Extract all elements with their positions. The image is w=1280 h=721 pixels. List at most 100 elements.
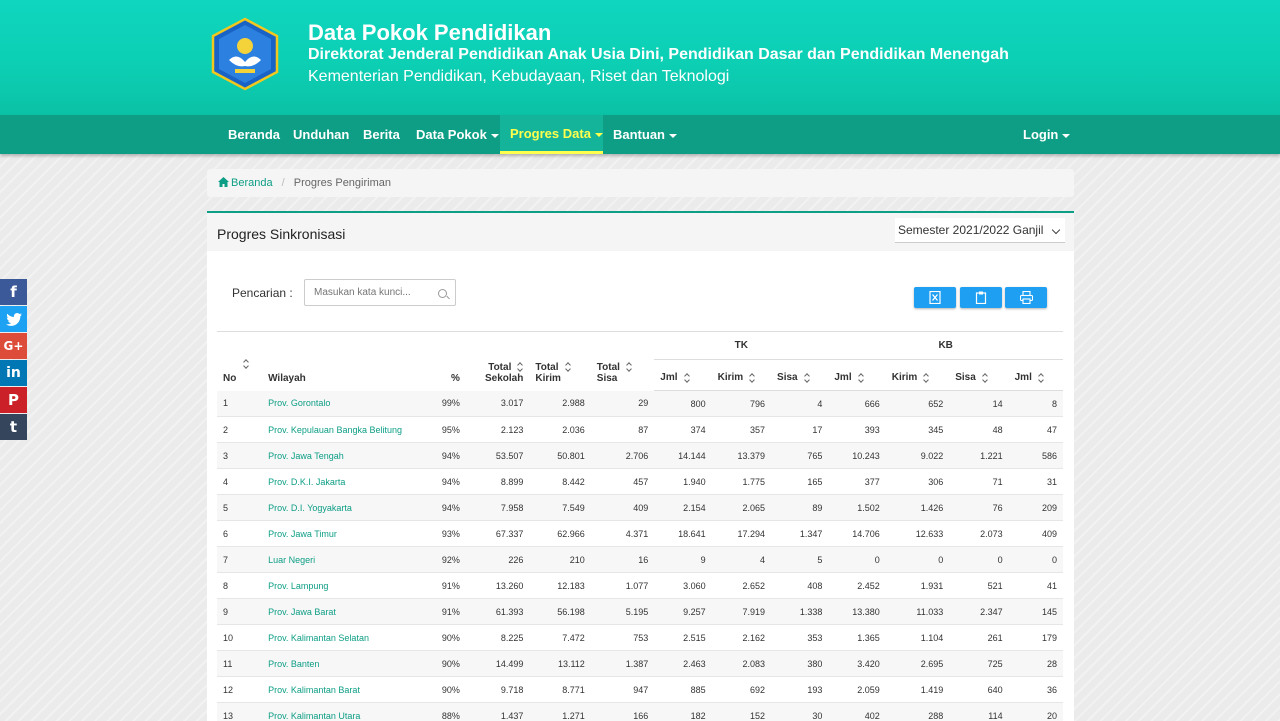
home-icon	[218, 177, 229, 187]
cell-total-kirim: 2.036	[529, 416, 591, 443]
site-header: Data Pokok Pendidikan Direktorat Jendera…	[0, 0, 1280, 115]
cell-wilayah[interactable]: Prov. Kalimantan Utara	[262, 702, 417, 721]
tut-wuri-handayani-logo[interactable]	[207, 16, 283, 92]
cell-total-sisa: 753	[590, 624, 655, 651]
col-percent[interactable]: %	[416, 331, 466, 391]
cell-kb-sisa: 2.073	[949, 520, 1009, 547]
caret-down-icon	[594, 132, 603, 137]
panel-title: Progres Sinkronisasi	[217, 226, 346, 242]
progress-panel: Progres Sinkronisasi Semester 2021/2022 …	[207, 211, 1074, 721]
print-button[interactable]	[1005, 287, 1047, 308]
cell-kb-kirim: 1.419	[885, 676, 950, 703]
cell-kb-jml2: 0	[1008, 546, 1063, 573]
cell-wilayah[interactable]: Prov. Jawa Timur	[262, 520, 417, 547]
cell-tk-jml: 2.463	[654, 650, 712, 677]
nav-bantuan[interactable]: Bantuan	[603, 115, 687, 154]
cell-tk-sisa: 765	[771, 442, 829, 469]
cell-wilayah[interactable]: Prov. Kalimantan Barat	[262, 676, 417, 703]
cell-wilayah[interactable]: Prov. Jawa Tengah	[262, 442, 417, 469]
cell-wilayah[interactable]: Prov. D.K.I. Jakarta	[262, 468, 417, 495]
progress-table-body: 1 Prov. Gorontalo 99% 3.017 2.988 29 800 796 4 66…	[217, 390, 1063, 721]
col-tk-kirim[interactable]: Kirim	[711, 359, 772, 391]
col-kb-sisa[interactable]: Sisa	[949, 359, 1009, 391]
pinterest-icon[interactable]: P	[0, 387, 27, 413]
cell-total-kirim: 7.549	[529, 494, 591, 521]
search-input[interactable]	[304, 279, 456, 306]
cell-total-kirim: 56.198	[529, 598, 591, 625]
cell-wilayah[interactable]: Prov. Banten	[262, 650, 417, 677]
export-excel-button[interactable]	[914, 287, 956, 308]
nav-login[interactable]: Login	[1013, 115, 1080, 154]
sort-icon	[626, 362, 632, 371]
cell-wilayah[interactable]: Prov. Lampung	[262, 572, 417, 599]
caret-down-icon	[490, 133, 499, 138]
cell-percent: 92%	[416, 546, 466, 573]
facebook-icon[interactable]: f	[0, 279, 27, 305]
nav-data-pokok-label: Data Pokok	[416, 127, 487, 142]
cell-percent: 94%	[416, 468, 466, 495]
col-total-sisa[interactable]: Total Sisa	[590, 331, 655, 391]
cell-total-sisa: 1.077	[590, 572, 655, 599]
cell-kb-jml: 2.059	[828, 676, 886, 703]
col-kb-kirim[interactable]: Kirim	[885, 359, 950, 391]
table-row: 13 Prov. Kalimantan Utara 88% 1.437 1.271 166…	[217, 702, 1063, 721]
col-tk-jml[interactable]: Jml	[654, 359, 712, 391]
cell-wilayah[interactable]: Prov. D.I. Yogyakarta	[262, 494, 417, 521]
col-kb-jml[interactable]: Jml	[828, 359, 886, 391]
nav-beranda[interactable]: Beranda	[218, 115, 290, 154]
col-no[interactable]: No	[217, 331, 263, 391]
nav-progres-data[interactable]: Progres Data	[500, 115, 603, 154]
cell-wilayah[interactable]: Prov. Jawa Barat	[262, 598, 417, 625]
col-tk-sisa[interactable]: Sisa	[771, 359, 829, 391]
social-share-bar: f G+ in P t	[0, 279, 27, 441]
linkedin-icon[interactable]: in	[0, 360, 27, 386]
nav-unduhan[interactable]: Unduhan	[283, 115, 359, 154]
table-row: 8 Prov. Lampung 91% 13.260 12.183 1.077 3.060 2…	[217, 572, 1063, 599]
cell-wilayah[interactable]: Prov. Kalimantan Selatan	[262, 624, 417, 651]
cell-percent: 90%	[416, 650, 466, 677]
cell-kb-kirim: 0	[885, 546, 950, 573]
cell-total-sisa: 29	[590, 390, 655, 417]
nav-data-pokok[interactable]: Data Pokok	[406, 115, 509, 154]
sort-icon	[982, 373, 988, 382]
semester-select[interactable]: Semester 2021/2022 Ganjil	[895, 218, 1065, 243]
cell-wilayah[interactable]: Prov. Gorontalo	[262, 390, 417, 417]
search-label: Pencarian :	[232, 286, 293, 300]
cell-kb-kirim: 1.931	[885, 572, 950, 599]
cell-total-sisa: 4.371	[590, 520, 655, 547]
table-row: 10 Prov. Kalimantan Selatan 90% 8.225 7.472 7…	[217, 624, 1063, 651]
cell-tk-jml: 800	[654, 390, 712, 417]
nav-berita[interactable]: Berita	[353, 115, 410, 154]
google-plus-icon[interactable]: G+	[0, 333, 27, 359]
cell-kb-jml: 14.706	[828, 520, 886, 547]
twitter-bird-glyph	[5, 313, 22, 326]
printer-icon	[1020, 291, 1033, 304]
cell-total-sisa: 457	[590, 468, 655, 495]
panel-header: Progres Sinkronisasi Semester 2021/2022 …	[207, 213, 1074, 251]
col-total-sekolah[interactable]: Total Sekolah	[465, 331, 530, 391]
site-subtitle-ministry: Kementerian Pendidikan, Kebudayaan, Rise…	[308, 68, 730, 85]
semester-select-value: Semester 2021/2022 Ganjil	[898, 223, 1044, 237]
breadcrumb-home[interactable]: Beranda	[218, 177, 276, 189]
cell-percent: 94%	[416, 494, 466, 521]
col-wilayah[interactable]: Wilayah	[262, 331, 417, 391]
col-total-sekolah-label1: Total	[488, 361, 512, 373]
cell-kb-jml2: 20	[1008, 702, 1063, 721]
col-tk-jml-label: Jml	[660, 372, 678, 383]
cell-kb-jml2: 41	[1008, 572, 1063, 599]
tumblr-icon[interactable]: t	[0, 414, 27, 440]
copy-clipboard-button[interactable]	[960, 287, 1002, 308]
cell-tk-jml: 2.515	[654, 624, 712, 651]
col-kb-jml2[interactable]: Jml	[1008, 359, 1063, 391]
cell-wilayah[interactable]: Prov. Kepulauan Bangka Belitung	[262, 416, 417, 443]
cell-tk-sisa: 193	[771, 676, 829, 703]
cell-total-kirim: 2.988	[529, 390, 591, 417]
sort-icon	[565, 362, 571, 371]
cell-total-sisa: 2.706	[590, 442, 655, 469]
nav-login-label: Login	[1023, 127, 1059, 142]
twitter-icon[interactable]	[0, 306, 27, 332]
cell-wilayah[interactable]: Luar Negeri	[262, 546, 417, 573]
col-total-kirim[interactable]: Total Kirim	[529, 331, 591, 391]
cell-tk-jml: 3.060	[654, 572, 712, 599]
cell-total-sisa: 1.387	[590, 650, 655, 677]
